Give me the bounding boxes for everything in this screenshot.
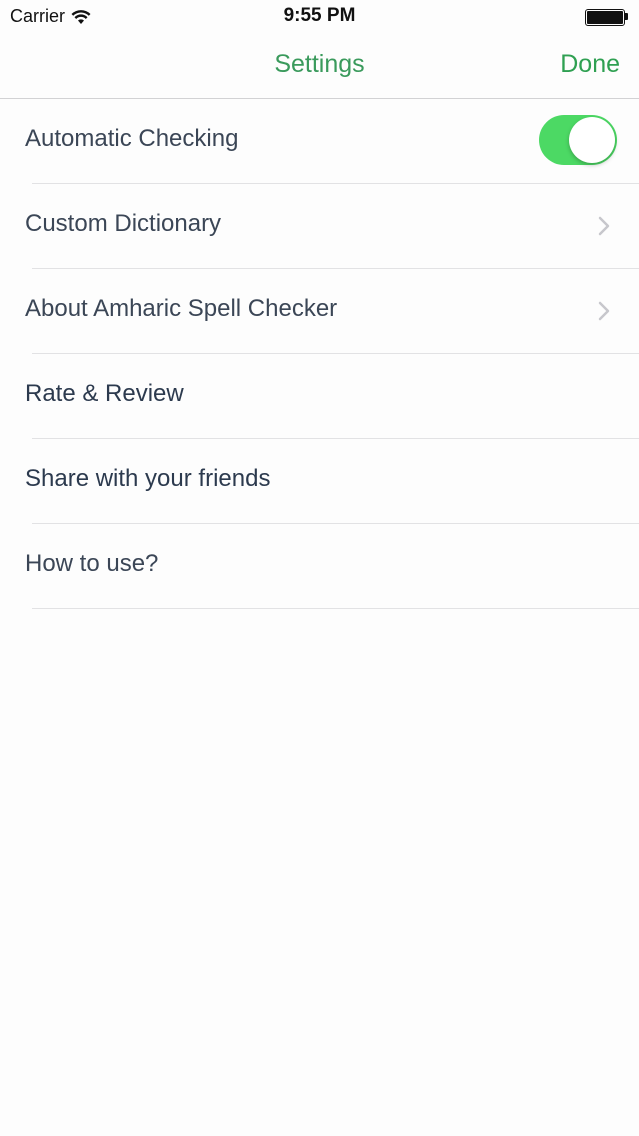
settings-row-custom-dictionary[interactable]: Custom Dictionary [25, 184, 639, 269]
toggle-knob[interactable] [569, 117, 615, 163]
settings-row-label: Rate & Review [25, 380, 184, 407]
battery-icon [585, 9, 629, 26]
done-button[interactable]: Done [560, 50, 620, 79]
settings-row-rate-review[interactable]: Rate & Review [25, 354, 639, 439]
chevron-right-icon [598, 216, 610, 236]
settings-row-about[interactable]: About Amharic Spell Checker [25, 269, 639, 354]
settings-list: Automatic Checking Custom Dictionary Abo… [0, 99, 639, 609]
navigation-bar: Settings Done [0, 34, 639, 99]
status-bar: Carrier 9:55 PM [0, 0, 639, 34]
settings-row-share[interactable]: Share with your friends [25, 439, 639, 524]
settings-row-label: About Amharic Spell Checker [25, 295, 338, 322]
page-title: Settings [274, 50, 365, 78]
status-time: 9:55 PM [283, 5, 356, 26]
automatic-checking-toggle[interactable] [539, 115, 617, 165]
settings-row-automatic-checking[interactable]: Automatic Checking [25, 99, 639, 184]
settings-row-label: Automatic Checking [25, 125, 239, 152]
settings-row-label: How to use? [25, 550, 159, 577]
settings-row-label: Custom Dictionary [25, 210, 222, 237]
chevron-right-icon [598, 301, 610, 321]
settings-row-label: Share with your friends [25, 465, 271, 492]
settings-row-how-to-use[interactable]: How to use? [25, 524, 639, 609]
